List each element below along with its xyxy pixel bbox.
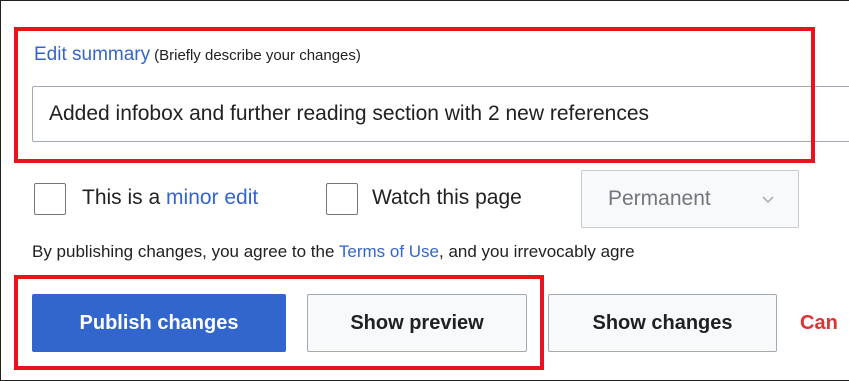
publish-changes-button[interactable]: Publish changes bbox=[32, 294, 286, 352]
minor-edit-checkbox[interactable] bbox=[34, 183, 66, 215]
terms-of-use-link[interactable]: Terms of Use bbox=[339, 242, 439, 261]
minor-edit-link[interactable]: minor edit bbox=[166, 186, 258, 209]
minor-edit-prefix: This is a bbox=[82, 186, 167, 209]
edit-summary-input[interactable] bbox=[32, 86, 849, 142]
watch-page-checkbox[interactable] bbox=[326, 183, 358, 215]
edit-summary-hint: (Briefly describe your changes) bbox=[154, 47, 361, 64]
terms-suffix: , and you irrevocably agre bbox=[439, 242, 635, 261]
edit-summary-link[interactable]: Edit summary bbox=[34, 44, 150, 65]
chevron-down-icon bbox=[762, 196, 774, 204]
watch-period-value: Permanent bbox=[608, 187, 711, 210]
terms-notice: By publishing changes, you agree to the … bbox=[32, 242, 635, 262]
minor-edit-label: This is a minor edit bbox=[82, 186, 258, 210]
cancel-link[interactable]: Can bbox=[800, 312, 849, 335]
show-preview-button[interactable]: Show preview bbox=[307, 294, 527, 352]
terms-prefix: By publishing changes, you agree to the bbox=[32, 242, 339, 261]
edit-summary-label: Edit summary (Briefly describe your chang… bbox=[34, 44, 361, 66]
watch-page-label: Watch this page bbox=[372, 186, 522, 209]
show-changes-button[interactable]: Show changes bbox=[548, 294, 777, 352]
watch-period-dropdown[interactable]: Permanent bbox=[581, 170, 799, 228]
